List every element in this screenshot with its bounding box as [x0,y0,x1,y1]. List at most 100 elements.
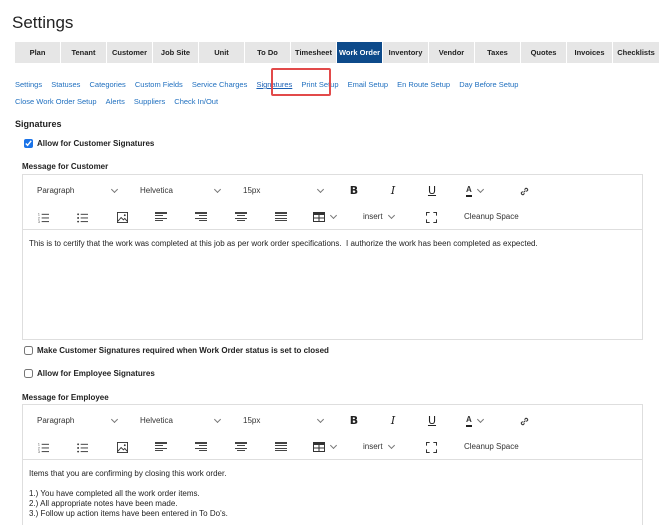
chevron-down-icon [476,185,484,194]
chevron-down-icon [387,211,395,220]
bullet-list-icon[interactable] [76,436,88,458]
tab-taxes[interactable]: Taxes [475,42,521,63]
cleanup-space-button[interactable]: Cleanup Space [464,436,519,458]
chevron-down-icon [213,185,222,194]
subtab-custom-fields[interactable]: Custom Fields [135,76,183,93]
subtab-day-before-setup[interactable]: Day Before Setup [459,76,518,93]
employee-message-text[interactable]: Items that you are confirming by closing… [23,460,642,525]
bullet-list-icon[interactable] [76,206,88,228]
bold-button[interactable]: B [346,180,362,202]
bold-button[interactable]: B [346,410,362,432]
subtab-print-setup[interactable]: Print Setup [301,76,338,93]
allow-employee-signatures-checkbox[interactable] [24,369,33,378]
customer-message-editor: Paragraph Helvetica 15px B I U A 123 ins… [22,174,643,340]
align-justify-icon[interactable] [275,436,287,458]
ordered-list-icon[interactable]: 123 [37,436,49,458]
subtab-en-route-setup[interactable]: En Route Setup [397,76,450,93]
subtab-close-work-order-setup[interactable]: Close Work Order Setup [15,93,97,110]
fullscreen-icon[interactable] [425,206,437,228]
block-format-select[interactable]: Paragraph [37,180,119,202]
chevron-down-icon [316,415,325,424]
subtab-statuses[interactable]: Statuses [51,76,80,93]
italic-button[interactable]: I [385,410,401,432]
align-left-icon[interactable] [155,436,167,458]
block-format-select[interactable]: Paragraph [37,410,119,432]
link-icon[interactable] [518,410,530,432]
subtab-settings[interactable]: Settings [15,76,42,93]
text-color-button[interactable]: A [466,180,496,202]
chevron-down-icon [110,185,119,194]
tab-inventory[interactable]: Inventory [383,42,429,63]
fullscreen-icon[interactable] [425,436,437,458]
chevron-down-icon [329,211,338,220]
font-size-select[interactable]: 15px [243,180,325,202]
tab-checklists[interactable]: Checklists [613,42,660,63]
subtab-categories[interactable]: Categories [89,76,125,93]
customer-message-label: Message for Customer [22,162,109,171]
tab-job-site[interactable]: Job Site [153,42,199,63]
tab-invoices[interactable]: Invoices [567,42,613,63]
svg-text:3: 3 [38,450,40,453]
allow-customer-signatures-row: Allow for Customer Signatures [24,139,154,148]
allow-employee-signatures-label: Allow for Employee Signatures [37,369,155,378]
employee-message-editor: Paragraph Helvetica 15px B I U A 123 ins… [22,404,643,525]
subtab-email-setup[interactable]: Email Setup [348,76,388,93]
align-justify-icon[interactable] [275,206,287,228]
align-right-icon[interactable] [195,206,207,228]
tab-quotes[interactable]: Quotes [521,42,567,63]
customer-message-text[interactable]: This is to certify that the work was com… [23,230,642,258]
tab-customer[interactable]: Customer [107,42,153,63]
allow-employee-signatures-row: Allow for Employee Signatures [24,369,155,378]
chevron-down-icon [110,415,119,424]
insert-dropdown[interactable]: insert [363,436,403,458]
font-family-select[interactable]: Helvetica [140,180,222,202]
subtab-suppliers[interactable]: Suppliers [134,93,165,110]
underline-button[interactable]: U [424,180,440,202]
subtab-alerts[interactable]: Alerts [106,93,125,110]
insert-label: insert [363,442,383,451]
page-title: Settings [12,13,74,32]
font-family-select[interactable]: Helvetica [140,410,222,432]
block-format-value: Paragraph [37,186,75,195]
require-closed-row: Make Customer Signatures required when W… [24,346,329,355]
insert-label: insert [363,212,383,221]
text-color-icon: A [466,185,472,197]
align-left-icon[interactable] [155,206,167,228]
subtab-service-charges[interactable]: Service Charges [192,76,247,93]
main-tab-bar: Plan Tenant Customer Job Site Unit To Do… [15,42,660,63]
align-right-icon[interactable] [195,436,207,458]
insert-dropdown[interactable]: insert [363,206,403,228]
align-center-icon[interactable] [235,206,247,228]
font-family-value: Helvetica [140,416,173,425]
link-icon[interactable] [518,180,530,202]
ordered-list-icon[interactable]: 123 [37,206,49,228]
tab-tenant[interactable]: Tenant [61,42,107,63]
image-icon[interactable] [116,206,128,228]
table-icon[interactable] [313,436,339,458]
tab-vendor[interactable]: Vendor [429,42,475,63]
require-closed-checkbox[interactable] [24,346,33,355]
tab-to-do[interactable]: To Do [245,42,291,63]
table-icon[interactable] [313,206,339,228]
text-color-button[interactable]: A [466,410,496,432]
subtab-signatures[interactable]: Signatures [256,76,292,93]
align-center-icon[interactable] [235,436,247,458]
image-icon[interactable] [116,436,128,458]
font-size-value: 15px [243,186,261,195]
chevron-down-icon [329,441,338,450]
chevron-down-icon [316,185,325,194]
underline-button[interactable]: U [424,410,440,432]
tab-unit[interactable]: Unit [199,42,245,63]
cleanup-space-button[interactable]: Cleanup Space [464,206,519,228]
sub-tab-bar: Settings Statuses Categories Custom Fiel… [15,76,645,110]
tab-plan[interactable]: Plan [15,42,61,63]
italic-button[interactable]: I [385,180,401,202]
allow-customer-signatures-checkbox[interactable] [24,139,33,148]
subtab-check-in-out[interactable]: Check In/Out [174,93,218,110]
tab-work-order[interactable]: Work Order [337,42,383,63]
section-title: Signatures [15,119,62,129]
tab-timesheet[interactable]: Timesheet [291,42,337,63]
chevron-down-icon [213,415,222,424]
svg-text:3: 3 [38,220,40,223]
font-size-select[interactable]: 15px [243,410,325,432]
